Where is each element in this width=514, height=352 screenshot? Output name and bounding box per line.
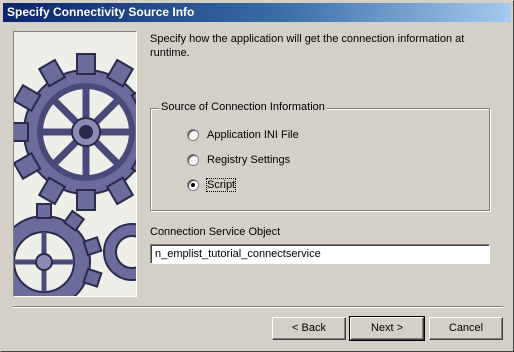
radio-label: Application INI File: [207, 129, 299, 141]
radio-script[interactable]: Script: [187, 178, 237, 192]
next-button[interactable]: Next >: [349, 316, 425, 341]
radio-application-ini[interactable]: Application INI File: [187, 129, 299, 141]
separator: [13, 306, 503, 308]
radio-button-selected[interactable]: [187, 179, 199, 191]
radio-button[interactable]: [187, 154, 199, 166]
title-bar: Specify Connectivity Source Info: [3, 3, 511, 22]
connection-service-input[interactable]: n_emplist_tutorial_connectservice: [150, 244, 490, 264]
connection-service-label: Connection Service Object: [150, 226, 281, 238]
dialog-window: Specify Connectivity Source Info Specify…: [0, 0, 514, 352]
gears-illustration: [13, 31, 137, 297]
radio-button[interactable]: [187, 129, 199, 141]
groupbox-legend: Source of Connection Information: [159, 101, 327, 113]
radio-label: Registry Settings: [207, 154, 291, 166]
radio-label: Script: [205, 178, 237, 192]
intro-text: Specify how the application will get the…: [150, 33, 465, 59]
source-groupbox: Source of Connection Information Applica…: [150, 101, 490, 211]
cancel-button[interactable]: Cancel: [429, 317, 503, 340]
radio-registry-settings[interactable]: Registry Settings: [187, 154, 290, 166]
back-button[interactable]: < Back: [272, 317, 346, 340]
